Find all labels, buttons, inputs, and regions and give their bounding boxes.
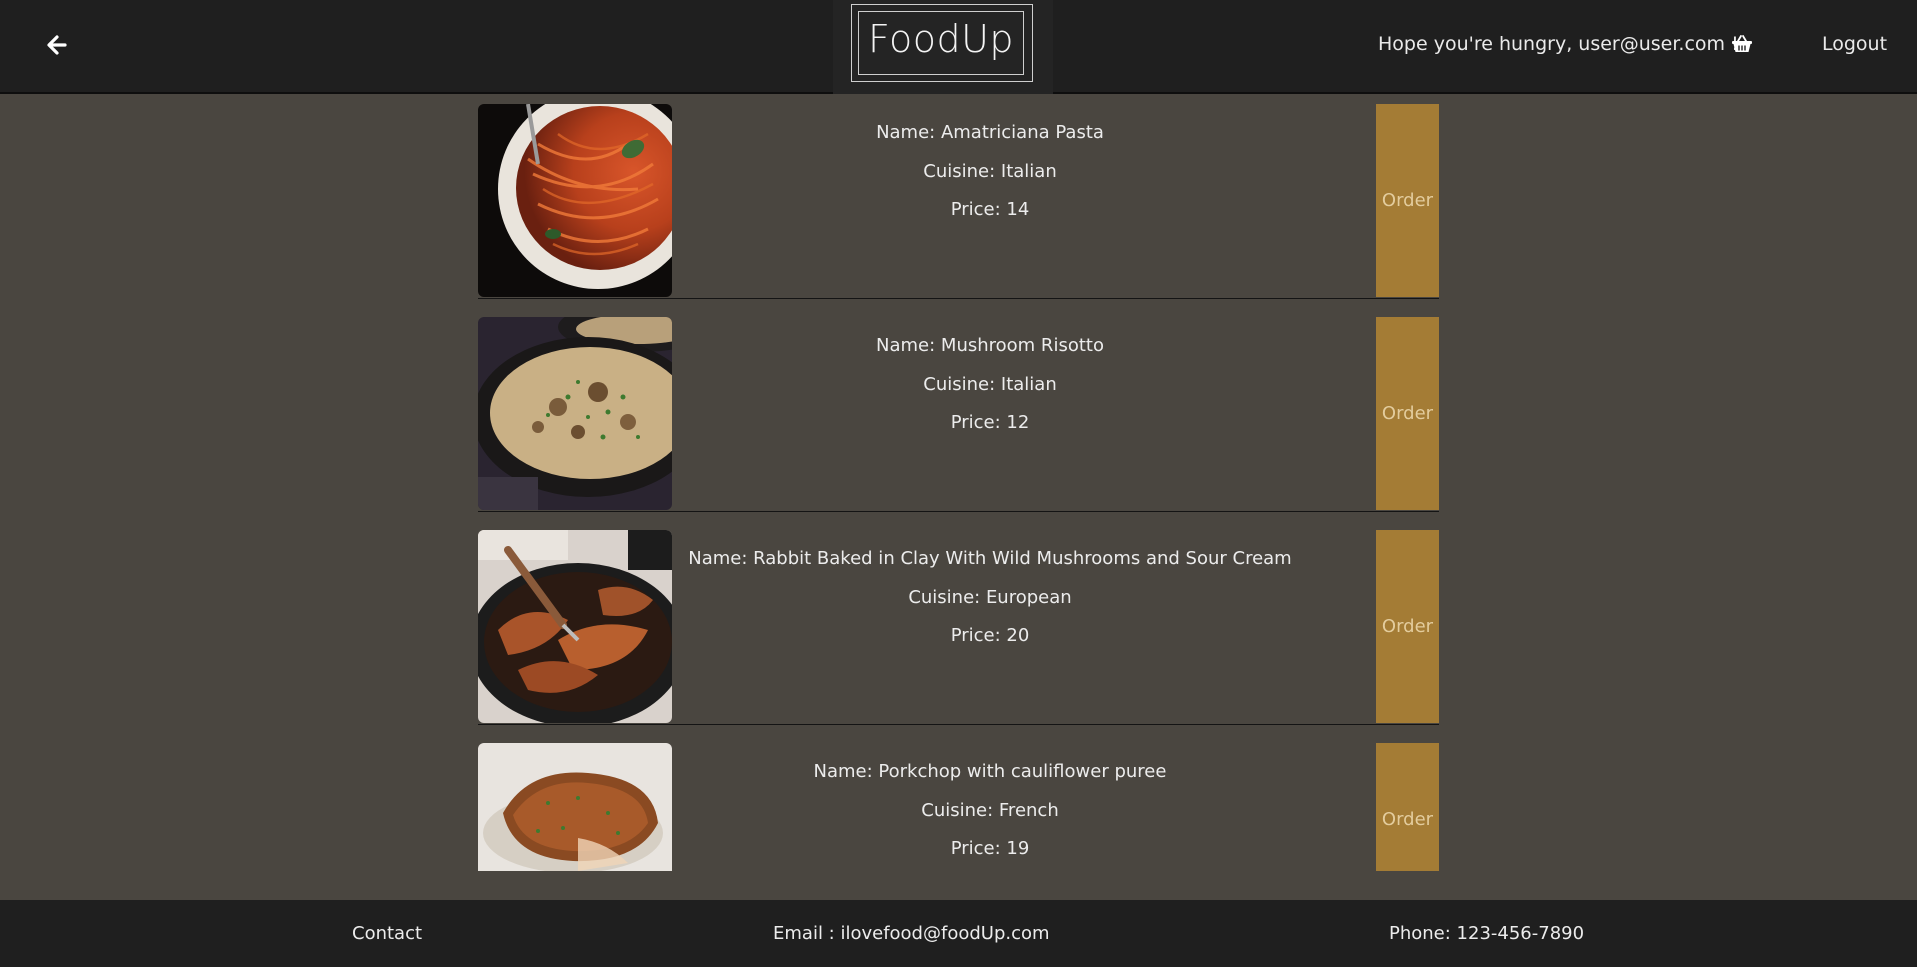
order-button[interactable]: Order — [1376, 317, 1439, 510]
back-button[interactable] — [44, 32, 72, 58]
dish-price: Price: 14 — [950, 199, 1030, 220]
dish-name: Name: Amatriciana Pasta — [876, 122, 1104, 143]
foodup-logo[interactable]: FoodUp — [833, 0, 1053, 94]
dish-image — [478, 317, 672, 510]
footer: Contact Email : ilovefood@foodUp.com Pho… — [0, 900, 1917, 967]
dish-cuisine: Cuisine: Italian — [923, 161, 1057, 182]
dish-name: Name: Mushroom Risotto — [876, 335, 1104, 356]
dish-card: Name: Amatriciana Pasta Cuisine: Italian… — [478, 104, 1439, 299]
basket-button[interactable] — [1731, 34, 1753, 54]
top-navbar: FoodUp Hope you're hungry, user@user.com… — [0, 0, 1917, 94]
footer-email: Email : ilovefood@foodUp.com — [773, 923, 1050, 944]
dish-name: Name: Rabbit Baked in Clay With Wild Mus… — [688, 548, 1292, 569]
shopping-basket-icon — [1732, 35, 1752, 52]
user-greeting: Hope you're hungry, user@user.com ! — [1378, 33, 1739, 55]
order-button[interactable]: Order — [1376, 104, 1439, 297]
dish-image — [478, 530, 672, 723]
dish-list: Name: Amatriciana Pasta Cuisine: Italian… — [0, 96, 1917, 871]
footer-phone: Phone: 123-456-7890 — [1389, 923, 1585, 944]
dish-card: Name: Mushroom Risotto Cuisine: Italian … — [478, 317, 1439, 512]
dish-name: Name: Porkchop with cauliflower puree — [813, 761, 1167, 782]
footer-contact[interactable]: Contact — [352, 923, 422, 944]
logout-link[interactable]: Logout — [1822, 33, 1887, 55]
dish-card: Name: Porkchop with cauliflower puree Cu… — [478, 743, 1439, 871]
arrow-left-icon — [47, 35, 67, 55]
dish-price: Price: 20 — [950, 625, 1030, 646]
dish-cuisine: Cuisine: French — [921, 800, 1059, 821]
dish-price: Price: 19 — [950, 838, 1030, 859]
dish-cuisine: Cuisine: Italian — [923, 374, 1057, 395]
dish-image — [478, 104, 672, 297]
dish-card: Name: Rabbit Baked in Clay With Wild Mus… — [478, 530, 1439, 725]
logo-text: FoodUp — [858, 11, 1024, 75]
order-button[interactable]: Order — [1376, 743, 1439, 871]
dish-cuisine: Cuisine: European — [908, 587, 1072, 608]
dish-image — [478, 743, 672, 871]
dish-price: Price: 12 — [950, 412, 1030, 433]
order-button[interactable]: Order — [1376, 530, 1439, 723]
